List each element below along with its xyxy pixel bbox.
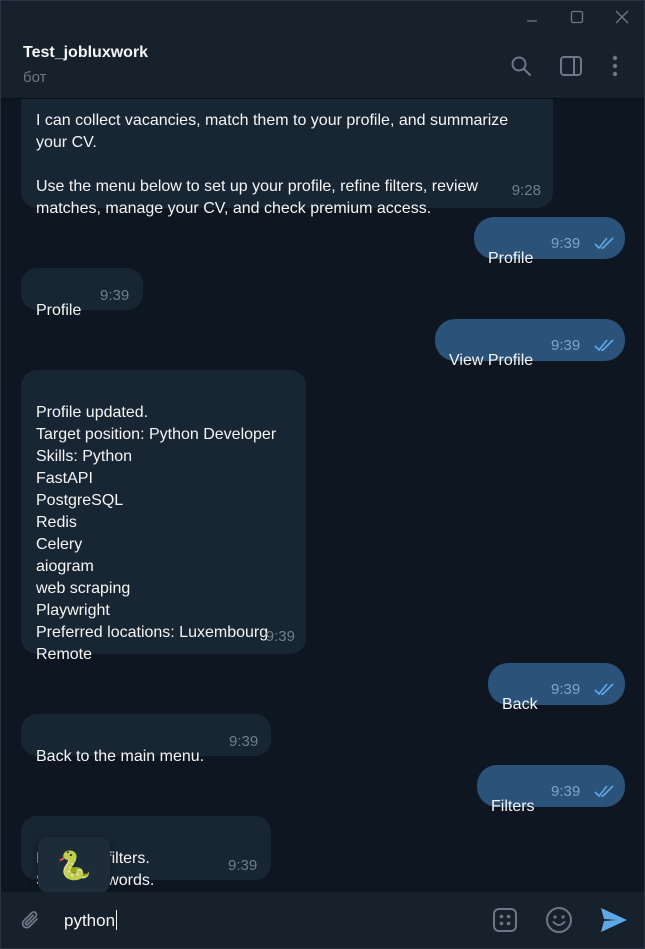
message-time: 9:39 — [229, 733, 259, 750]
chat-header[interactable]: Test_jobluxwork бот — [1, 33, 644, 99]
message-time: 9:39 — [265, 628, 295, 645]
telegram-window: Test_jobluxwork бот I can collect vacanc… — [0, 0, 645, 949]
message-text: Back to the main menu. — [36, 748, 205, 765]
message-time: 9:39 — [551, 337, 581, 354]
bot-commands-icon[interactable] — [489, 904, 521, 936]
message-text: Back — [502, 696, 538, 713]
message-input-value: python — [64, 911, 116, 930]
message-text: Profile updated. Target position: Python… — [36, 404, 277, 663]
message-time: 9:28 — [511, 182, 541, 199]
maximize-icon[interactable] — [554, 1, 600, 33]
message-incoming[interactable]: Profile 9:39 — [21, 268, 143, 319]
read-ticks-icon — [594, 683, 614, 696]
message-outgoing[interactable]: Filters 9:39 — [477, 765, 625, 815]
read-ticks-icon — [594, 339, 614, 352]
close-icon[interactable] — [599, 1, 645, 33]
message-time: 9:39 — [228, 857, 258, 874]
read-ticks-icon — [594, 785, 614, 798]
message-input-bar: python — [1, 892, 644, 948]
message-text: View Profile — [449, 352, 534, 369]
attach-icon[interactable] — [15, 904, 47, 936]
message-time: 9:39 — [551, 681, 581, 698]
text-caret — [116, 910, 118, 930]
message-incoming[interactable]: I can collect vacancies, match them to y… — [21, 99, 553, 217]
message-list[interactable]: I can collect vacancies, match them to y… — [1, 99, 644, 892]
emoji-icon[interactable] — [543, 904, 575, 936]
message-outgoing[interactable]: Profile 9:39 — [474, 217, 625, 267]
message-text: Filters — [491, 798, 535, 815]
message-input[interactable]: python — [64, 910, 118, 931]
chat-title[interactable]: Test_jobluxwork — [23, 44, 148, 62]
message-text: Profile — [36, 302, 82, 319]
message-text: Profile — [488, 250, 534, 267]
message-incoming[interactable]: Profile updated. Target position: Python… — [21, 370, 306, 663]
minimize-icon[interactable] — [509, 1, 555, 33]
message-outgoing[interactable]: View Profile 9:39 — [435, 319, 625, 369]
message-time: 9:39 — [100, 287, 130, 304]
message-incoming[interactable]: Back to the main menu. 9:39 — [21, 714, 271, 765]
read-ticks-icon — [594, 237, 614, 250]
more-vertical-icon[interactable] — [600, 51, 630, 81]
chat-status: бот — [23, 69, 47, 86]
search-icon[interactable] — [506, 51, 536, 81]
sidebar-toggle-icon[interactable] — [556, 51, 586, 81]
message-time: 9:39 — [551, 783, 581, 800]
title-bar — [1, 1, 644, 33]
message-outgoing[interactable]: Back 9:39 — [488, 663, 625, 713]
message-time: 9:39 — [551, 235, 581, 252]
sticker-suggestion[interactable]: 🐍 — [38, 837, 110, 893]
send-icon[interactable] — [598, 904, 630, 936]
message-text: I can collect vacancies, match them to y… — [36, 112, 509, 217]
